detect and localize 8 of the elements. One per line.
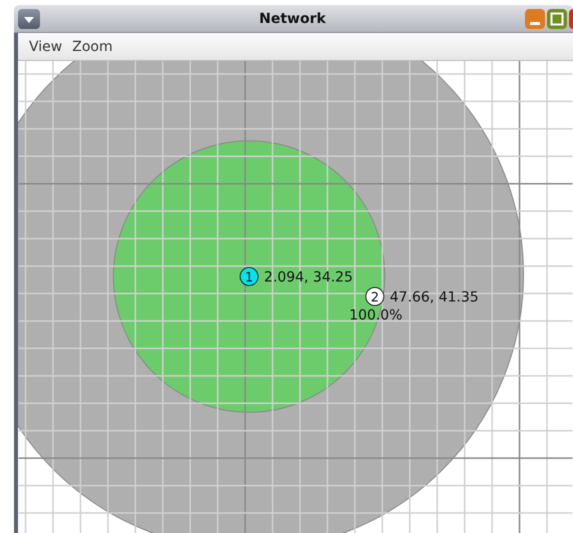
window-title: Network <box>258 10 327 26</box>
menu-item[interactable]: View <box>29 38 62 54</box>
signal-reading: 100.0% <box>349 307 402 324</box>
menu-item[interactable]: Zoom <box>72 38 113 54</box>
node-coordinates: 2.094, 34.25 <box>264 270 353 286</box>
node-marker[interactable]: 1 <box>240 267 259 286</box>
node-coordinates: 47.66, 41.35 <box>390 290 479 306</box>
node-marker[interactable]: 2 <box>365 287 384 306</box>
